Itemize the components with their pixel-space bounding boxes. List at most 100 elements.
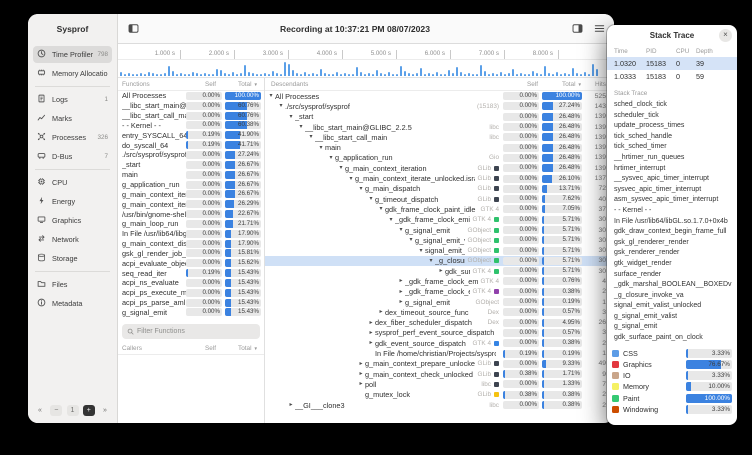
expander-icon[interactable]: ▾ xyxy=(307,134,315,140)
sidebar-item-memory-allocations[interactable]: Memory Allocations xyxy=(33,65,112,82)
descendant-row[interactable]: ▸ gdk_event_source_dispatch GTK 4 0.00% … xyxy=(265,338,614,348)
expander-icon[interactable]: ▾ xyxy=(407,237,415,243)
stack-frame[interactable]: scheduler_tick xyxy=(607,111,737,122)
stack-frame[interactable]: signal_emit_valist_unlocked xyxy=(607,301,737,312)
skip-forward-button[interactable]: » xyxy=(99,405,111,416)
function-row[interactable]: /usr/bin/gnome-shell 0.00% 22.67% xyxy=(118,209,264,219)
expander-icon[interactable]: ▾ xyxy=(427,258,435,264)
menu-icon[interactable] xyxy=(591,21,607,36)
function-row[interactable]: ./src/sysprof/sysprof 0.00% 27.24% xyxy=(118,150,264,160)
function-row[interactable]: g_main_context_itera 0.00% 26.29% xyxy=(118,199,264,209)
descendant-row[interactable]: ▾ g_signal_emit_valist GObject 0.00% 5.7… xyxy=(265,235,614,245)
descendant-row[interactable]: ▾ _g_closure_invoke_va GObject 0.00% 5.7… xyxy=(265,256,614,266)
stack-frame[interactable]: update_process_times xyxy=(607,121,737,132)
sidebar-item-network[interactable]: Network xyxy=(33,231,112,248)
stack-frame[interactable]: - - Kernel - - xyxy=(607,206,737,217)
sidebar-item-graphics[interactable]: Graphics xyxy=(33,212,112,229)
descendant-row[interactable]: ▸ g_signal_emit GObject 0.00% 0.19% 1 xyxy=(265,297,614,307)
expander-icon[interactable]: ▾ xyxy=(327,155,335,161)
col-functions[interactable]: Functions xyxy=(122,81,184,88)
descendant-row[interactable]: ▾ g_main_context_iteration GLib 0.00% 26… xyxy=(265,163,614,173)
expander-icon[interactable]: ▸ xyxy=(357,381,365,387)
cpu-activity-sparkline[interactable] xyxy=(118,60,614,78)
expander-icon[interactable]: ▸ xyxy=(397,289,405,295)
descendant-row[interactable]: ▾ _gdk_frame_clock_emit_paint GTK 4 0.00… xyxy=(265,215,614,225)
descendant-row[interactable]: ▾ g_signal_emit GObject 0.00% 5.71% 30 xyxy=(265,225,614,235)
zoom-in-button[interactable]: + xyxy=(83,405,95,416)
descendant-row[interactable]: ▾ main 0.00% 26.48% 139 xyxy=(265,142,614,152)
stack-frame[interactable]: surface_render xyxy=(607,270,737,281)
function-row[interactable]: g_main_context_disp 0.00% 17.90% xyxy=(118,239,264,249)
expander-icon[interactable]: ▾ xyxy=(287,114,295,120)
expander-icon[interactable]: ▸ xyxy=(367,330,375,336)
stack-frame[interactable]: __sysvec_apic_timer_interrupt xyxy=(607,174,737,185)
descendant-row[interactable]: ▸ dex_timeout_source_func Dex 0.00% 0.57… xyxy=(265,307,614,317)
sidebar-item-cpu[interactable]: CPU xyxy=(33,174,112,191)
stack-frame[interactable]: _gdk_marshal_BOOLEAN__BOXEDv xyxy=(607,280,737,291)
descendant-row[interactable]: ▸ g_main_context_prepare_unlocked.part.0… xyxy=(265,359,614,369)
stack-frame[interactable]: In File /usr/lib64/libGL.so.1.7.0+0x4b xyxy=(607,217,737,228)
stack-frame[interactable]: g_signal_emit xyxy=(607,322,737,333)
filter-functions-input[interactable]: Filter Functions xyxy=(122,324,260,339)
stack-frame[interactable]: sysvec_apic_timer_interrupt xyxy=(607,185,737,196)
stack-frame[interactable]: gsk_renderer_render xyxy=(607,248,737,259)
sample-row[interactable]: 1.0333 15183 0 59 xyxy=(607,70,737,83)
sidebar-item-metadata[interactable]: Metadata xyxy=(33,295,112,312)
sidebar-item-energy[interactable]: Energy xyxy=(33,193,112,210)
descendant-row[interactable]: g_mutex_lock GLib 0.38% 0.38% 2 xyxy=(265,390,614,400)
descendant-row[interactable]: ▸ sysprof_perf_event_source_dispatch 0.0… xyxy=(265,328,614,338)
stack-frame[interactable]: g_signal_emit_valist xyxy=(607,312,737,323)
function-row[interactable]: acpi_ns_evaluate 0.00% 15.43% xyxy=(118,278,264,288)
function-row[interactable]: g_signal_emit 0.00% 15.43% xyxy=(118,308,264,318)
col-desc-self[interactable]: Self xyxy=(506,81,542,88)
function-row[interactable]: do_syscall_64 0.19% 41.71% xyxy=(118,140,264,150)
close-icon[interactable]: × xyxy=(719,29,732,42)
sidebar-item-logs[interactable]: Logs 1 xyxy=(33,91,112,108)
descendant-row[interactable]: ▸ _gdk_frame_clock_emit_layout GTK 4 0.0… xyxy=(265,287,614,297)
expander-icon[interactable]: ▸ xyxy=(397,278,405,284)
expander-icon[interactable]: ▸ xyxy=(367,320,375,326)
sidebar-item-storage[interactable]: Storage xyxy=(33,250,112,267)
stack-frame[interactable]: gsk_gl_renderer_render xyxy=(607,238,737,249)
function-row[interactable]: acpi_evaluate_object 0.00% 15.62% xyxy=(118,258,264,268)
col-total[interactable]: Total▼ xyxy=(222,81,260,88)
expander-icon[interactable]: ▸ xyxy=(287,402,295,408)
expander-icon[interactable]: ▾ xyxy=(297,124,305,130)
descendant-row[interactable]: ▸ _gdk_frame_clock_emit_update GTK 4 0.0… xyxy=(265,276,614,286)
sidebar-item-d-bus[interactable]: D-Bus 7 xyxy=(33,148,112,165)
descendant-row[interactable]: ▸ dex_fiber_scheduler_dispatch Dex 0.00%… xyxy=(265,318,614,328)
stack-frame[interactable]: tick_sched_handle xyxy=(607,132,737,143)
timeline-ruler[interactable]: 1.000 s2.000 s3.000 s4.000 s5.000 s6.000… xyxy=(118,44,614,60)
function-row[interactable]: seq_read_iter 0.19% 15.43% xyxy=(118,268,264,278)
expander-icon[interactable]: ▾ xyxy=(347,176,355,182)
col-pid[interactable]: PID xyxy=(646,48,676,55)
expander-icon[interactable]: ▾ xyxy=(367,196,375,202)
col-callers[interactable]: Callers xyxy=(122,345,184,352)
descendant-row[interactable]: ▾ ./src/sysprof/sysprof (15183) 0.00% 27… xyxy=(265,101,614,111)
expander-icon[interactable]: ▸ xyxy=(397,299,405,305)
descendant-row[interactable]: ▾ g_main_context_iterate_unlocked.isra.0… xyxy=(265,173,614,183)
stack-frame[interactable]: asm_sysvec_apic_timer_interrupt xyxy=(607,195,737,206)
descendant-row[interactable]: ▸ gdk_surface_paint_on_clock GTK 4 0.00%… xyxy=(265,266,614,276)
function-row[interactable]: _start 0.00% 26.67% xyxy=(118,160,264,170)
expander-icon[interactable]: ▾ xyxy=(337,165,345,171)
sidebar-item-marks[interactable]: Marks xyxy=(33,110,112,127)
descendant-row[interactable]: ▾ __libc_start_call_main libc 0.00% 26.4… xyxy=(265,132,614,142)
expander-icon[interactable]: ▾ xyxy=(397,227,405,233)
descendant-row[interactable]: ▾ g_main_dispatch GLib 0.00% 13.71% 72 xyxy=(265,184,614,194)
sidebar-item-time-profiler[interactable]: Time Profiler 798 xyxy=(33,46,112,63)
function-row[interactable]: acpi_ps_parse_aml 0.00% 15.43% xyxy=(118,298,264,308)
expander-icon[interactable]: ▸ xyxy=(357,361,365,367)
descendant-row[interactable]: In File /home/christian/Projects/sysprof… xyxy=(265,348,614,358)
stack-frame[interactable]: gdk_surface_paint_on_clock xyxy=(607,333,737,344)
stack-frame[interactable]: gdk_draw_context_begin_frame_full xyxy=(607,227,737,238)
descendant-row[interactable]: ▾ g_application_run Gio 0.00% 26.48% 139 xyxy=(265,153,614,163)
descendant-row[interactable]: ▾ _start 0.00% 26.48% 139 xyxy=(265,112,614,122)
col-cpu[interactable]: CPU xyxy=(676,48,696,55)
sample-row[interactable]: 1.0320 15183 0 39 xyxy=(607,57,737,70)
expander-icon[interactable]: ▾ xyxy=(317,145,325,151)
col-descendants[interactable]: Descendants xyxy=(271,81,506,88)
function-row[interactable]: entry_SYSCALL_64_a 0.19% 41.90% xyxy=(118,130,264,140)
function-row[interactable]: main 0.00% 26.67% xyxy=(118,170,264,180)
expander-icon[interactable]: ▸ xyxy=(357,371,365,377)
